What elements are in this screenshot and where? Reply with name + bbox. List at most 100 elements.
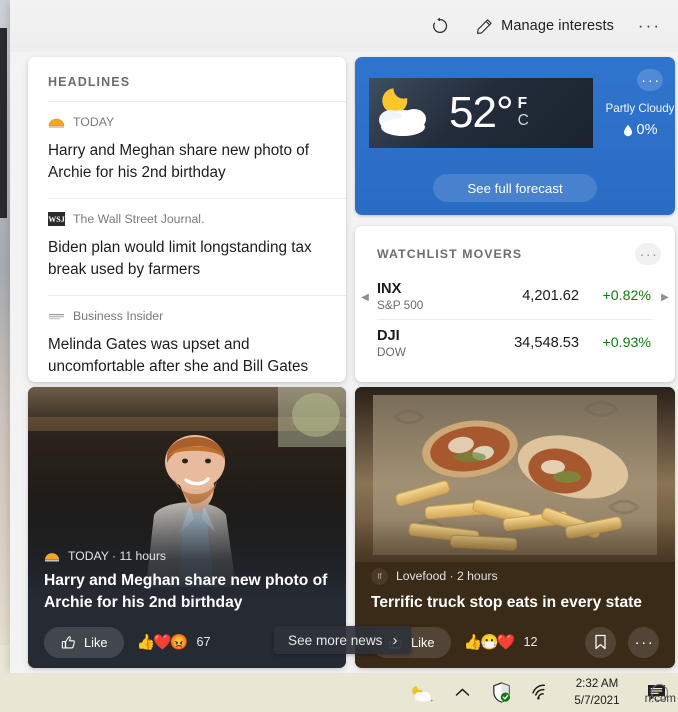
taskbar-weather-button[interactable] — [412, 681, 434, 705]
news-and-interests-flyout: Manage interests ··· HEADLINES TODAY Har… — [10, 0, 678, 673]
watermark-ring — [651, 683, 668, 701]
headline-text: Melinda Gates was upset and uncomfortabl… — [48, 335, 327, 382]
article-source-label: Lovefood · 2 hours — [396, 569, 498, 584]
reaction-emojis: 👍😷❤️ — [463, 634, 515, 651]
article-headline: Harry and Meghan share new photo of Arch… — [44, 571, 328, 611]
headline-source-label: TODAY — [73, 115, 115, 129]
watchlist-change: +0.82% — [602, 288, 651, 304]
watchlist-movers-card: WATCHLIST MOVERS ··· ◀ ▶ INX S&P 500 4,2… — [355, 226, 675, 382]
precipitation-value: 0% — [636, 122, 658, 138]
article-headline: Terrific truck stop eats in every state — [371, 593, 642, 611]
headline-item-0[interactable]: TODAY Harry and Meghan share new photo o… — [28, 113, 346, 185]
divider — [48, 294, 346, 296]
watchlist-ticker: INX — [377, 280, 402, 297]
moon-behind-cloud-icon — [373, 85, 447, 141]
svg-text:WSJ: WSJ — [48, 215, 64, 224]
headline-source-label: The Wall Street Journal. — [73, 211, 205, 226]
wifi-icon — [532, 684, 546, 700]
see-full-forecast-button[interactable]: See full forecast — [433, 174, 597, 202]
action-center-button[interactable] — [644, 681, 670, 705]
watchlist-price: 34,548.53 — [514, 335, 579, 351]
watchlist-more-button[interactable]: ··· — [635, 243, 661, 265]
see-more-news-label: See more news — [288, 632, 383, 648]
watchlist-symbol: DJI DOW — [377, 327, 487, 359]
headline-text: Biden plan would limit longstanding tax … — [48, 238, 312, 279]
divider — [48, 197, 346, 199]
water-drop-icon — [623, 124, 632, 136]
desktop-window-edge — [0, 28, 7, 218]
watchlist-price: 4,201.62 — [522, 288, 579, 304]
desktop-root: Manage interests ··· HEADLINES TODAY Har… — [0, 0, 678, 712]
watchlist-row[interactable]: DJI DOW 34,548.53 +0.93% — [355, 320, 675, 366]
today-logo-icon — [48, 118, 65, 128]
divider — [48, 101, 346, 102]
shield-icon — [492, 682, 510, 703]
refresh-button[interactable] — [424, 10, 456, 42]
headline-source: WSJ The Wall Street Journal. — [48, 210, 328, 228]
headlines-card: HEADLINES TODAY Harry and Meghan share n… — [28, 57, 346, 382]
article-source: lf Lovefood · 2 hours — [371, 567, 659, 585]
article-actions: Like 👍😷❤️ 12 ··· — [371, 626, 659, 658]
refresh-icon — [433, 17, 448, 33]
article-more-button[interactable]: ··· — [628, 626, 659, 658]
thumbs-up-icon — [61, 635, 75, 649]
clock-time: 2:32 AM — [575, 677, 619, 691]
watchlist-next-button[interactable]: ▶ — [659, 290, 671, 304]
flyout-more-button[interactable]: ··· — [634, 10, 662, 42]
headlines-card-title: HEADLINES — [48, 75, 131, 89]
weather-unit-toggle[interactable]: F C — [518, 96, 529, 129]
watchlist-change: +0.93% — [602, 335, 651, 351]
reaction-count: 12 — [523, 635, 538, 649]
clock-date: 5/7/2021 — [574, 693, 620, 707]
manage-interests-button[interactable]: Manage interests — [470, 10, 620, 42]
headline-text: Harry and Meghan share new photo of Arch… — [48, 142, 310, 182]
watchlist-ticker: DJI — [377, 327, 400, 344]
bookmark-icon — [595, 634, 606, 650]
weather-temperature: 52° — [449, 88, 514, 137]
ellipsis-icon: ··· — [634, 633, 655, 651]
clock-button[interactable]: 2:32 AM 5/7/2021 — [568, 676, 626, 708]
cards-grid: HEADLINES TODAY Harry and Meghan share n… — [10, 52, 678, 673]
weather-details: Partly Cloudy 0% — [603, 102, 675, 138]
article-source: TODAY · 11 hours — [44, 549, 330, 563]
weather-condition: Partly Cloudy — [605, 102, 675, 115]
today-logo-icon — [44, 552, 60, 562]
weather-hero: 52° F C — [369, 78, 593, 148]
weather-more-button[interactable]: ··· — [637, 69, 663, 91]
watchlist-symbol: INX S&P 500 — [377, 280, 487, 312]
unit-fahrenheit[interactable]: F — [518, 96, 529, 113]
chevron-right-icon: › — [392, 631, 398, 649]
watchlist-name: DOW — [377, 345, 406, 360]
headline-source-label: Business Insider — [73, 308, 164, 323]
reactions-group[interactable]: 👍❤️😡 67 — [136, 633, 210, 651]
pencil-icon — [477, 18, 492, 34]
like-label: Like — [411, 634, 435, 650]
see-more-news-button[interactable]: See more news › — [274, 626, 412, 654]
taskbar: 2:32 AM 5/7/2021 n.com — [0, 673, 678, 712]
headline-source: TODAY — [48, 113, 328, 131]
chevron-up-icon — [455, 688, 469, 696]
watchlist-name: S&P 500 — [377, 298, 424, 313]
weather-precipitation: 0% — [603, 122, 675, 138]
reaction-count: 67 — [196, 635, 211, 649]
watchlist-row[interactable]: INX S&P 500 4,201.62 +0.82% — [355, 273, 675, 319]
headline-source: Business Insider — [48, 307, 328, 325]
save-bookmark-button[interactable] — [585, 626, 616, 658]
partly-cloudy-night-icon — [412, 685, 433, 701]
watchlist-prev-button[interactable]: ◀ — [359, 290, 371, 304]
reactions-group[interactable]: 👍😷❤️ 12 — [463, 633, 537, 651]
like-button[interactable]: Like — [44, 626, 125, 658]
like-label: Like — [84, 634, 108, 650]
article-source-label: TODAY · 11 hours — [68, 548, 166, 563]
network-button[interactable] — [529, 681, 551, 705]
weather-card[interactable]: ··· 52° F C Partly Cloudy 0% See full fo… — [355, 57, 675, 215]
lovefood-logo-icon: lf — [371, 567, 388, 585]
show-hidden-icons-button[interactable] — [451, 681, 473, 705]
headline-item-2[interactable]: Business Insider Melinda Gates was upset… — [28, 307, 346, 382]
business-insider-logo-icon — [49, 313, 64, 320]
windows-security-button[interactable] — [490, 681, 512, 705]
headline-item-1[interactable]: WSJ The Wall Street Journal. Biden plan … — [28, 210, 346, 282]
manage-interests-label: Manage interests — [501, 18, 614, 34]
watchlist-title: WATCHLIST MOVERS — [377, 247, 523, 261]
unit-celsius[interactable]: C — [518, 112, 529, 130]
